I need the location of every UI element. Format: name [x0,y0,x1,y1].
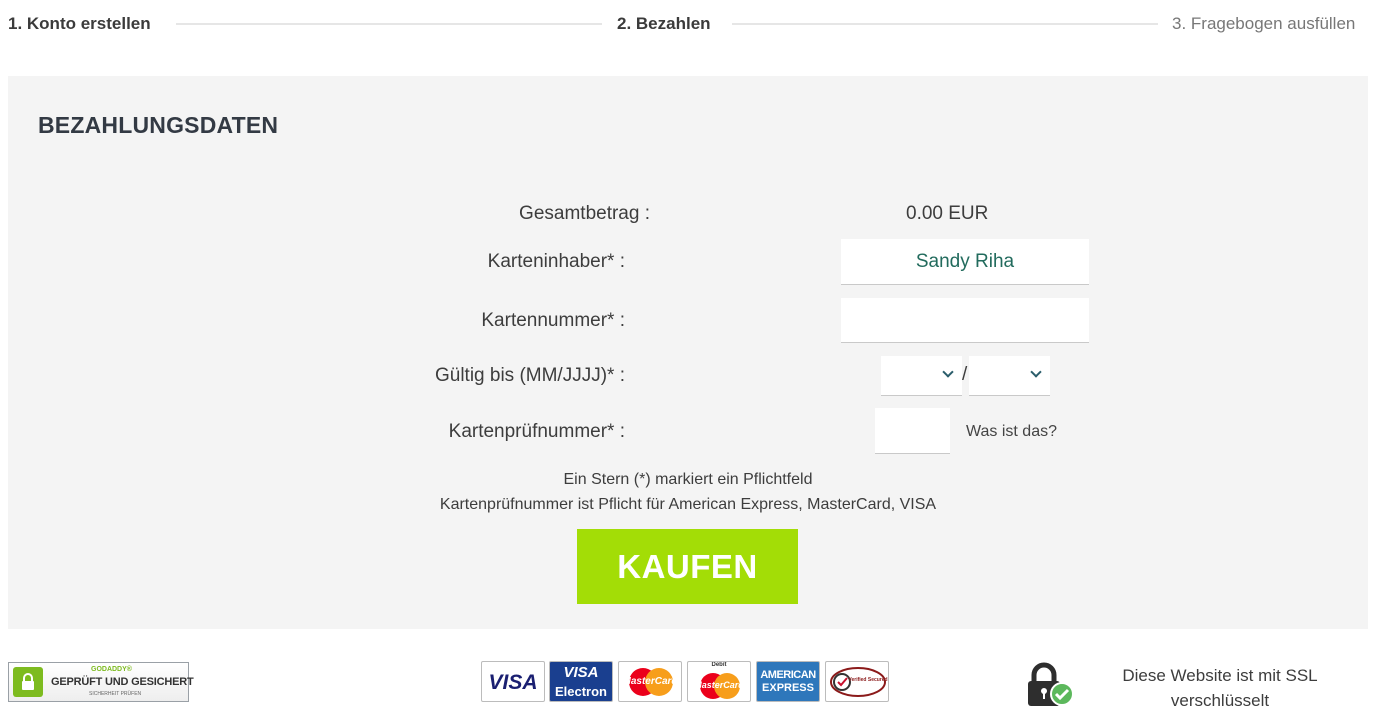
stepper-divider [732,23,1158,25]
expiry-label: Gültig bis (MM/JJJJ)* : [434,365,625,386]
total-value: 0.00 EUR [906,203,989,224]
cvc-help-link[interactable]: Was ist das? [966,423,1057,441]
cvc-label: Kartenprüfnummer* : [448,421,625,442]
expiry-separator: / [962,364,968,385]
ssl-notice: Diese Website ist mit SSL verschlüsselt [1122,666,1318,710]
godaddy-main-text: GEPRÜFT UND GESICHERT [51,676,194,688]
expiry-month-select[interactable] [881,356,962,396]
card-number-input[interactable] [841,298,1089,343]
total-label: Gesamtbetrag : [519,203,650,224]
visa-electron-logo: VISA Electron [549,661,613,702]
card-holder-input[interactable] [841,239,1089,285]
payment-panel: BEZAHLUNGSDATEN Gesamtbetrag : 0.00 EUR … [8,76,1368,629]
buy-button[interactable]: KAUFEN [577,529,798,604]
chevron-down-icon [1030,366,1042,378]
mastercard-logo: MasterCard [618,661,682,702]
cvc-input[interactable] [875,408,950,454]
amex-logo: AMERICAN EXPRESS [756,661,820,702]
card-holder-label: Karteninhaber* : [487,251,625,272]
stepper-divider [176,23,602,25]
debit-mastercard-logo: Debit MasterCard [687,661,751,702]
panel-title: BEZAHLUNGSDATEN [38,112,279,138]
step-fragebogen: 3. Fragebogen ausfüllen [1172,14,1356,33]
required-note: Ein Stern (*) markiert ein Pflichtfeld [563,471,813,488]
godaddy-brand: GODADDY® [91,666,132,673]
checkout-stepper: 1. Konto erstellen 2. Bezahlen 3. Frageb… [0,0,1388,48]
cvc-note: Kartenprüfnummer ist Pflicht für America… [439,496,937,513]
step-konto-erstellen: 1. Konto erstellen [8,14,151,33]
expiry-year-select[interactable] [969,356,1050,396]
visa-logo: VISA [481,661,545,702]
godaddy-seal[interactable]: GODADDY® GEPRÜFT UND GESICHERT SICHERHEI… [8,662,194,702]
step-bezahlen: 2. Bezahlen [617,14,711,33]
verified-secured-logo: Verified Secured [825,661,889,702]
card-number-label: Kartennummer* : [481,310,625,331]
shield-lock-icon [13,667,43,697]
chevron-down-icon [942,366,954,378]
ssl-lock-icon [1025,662,1075,708]
godaddy-sub-text: SICHERHEIT PRÜFEN [89,691,142,697]
